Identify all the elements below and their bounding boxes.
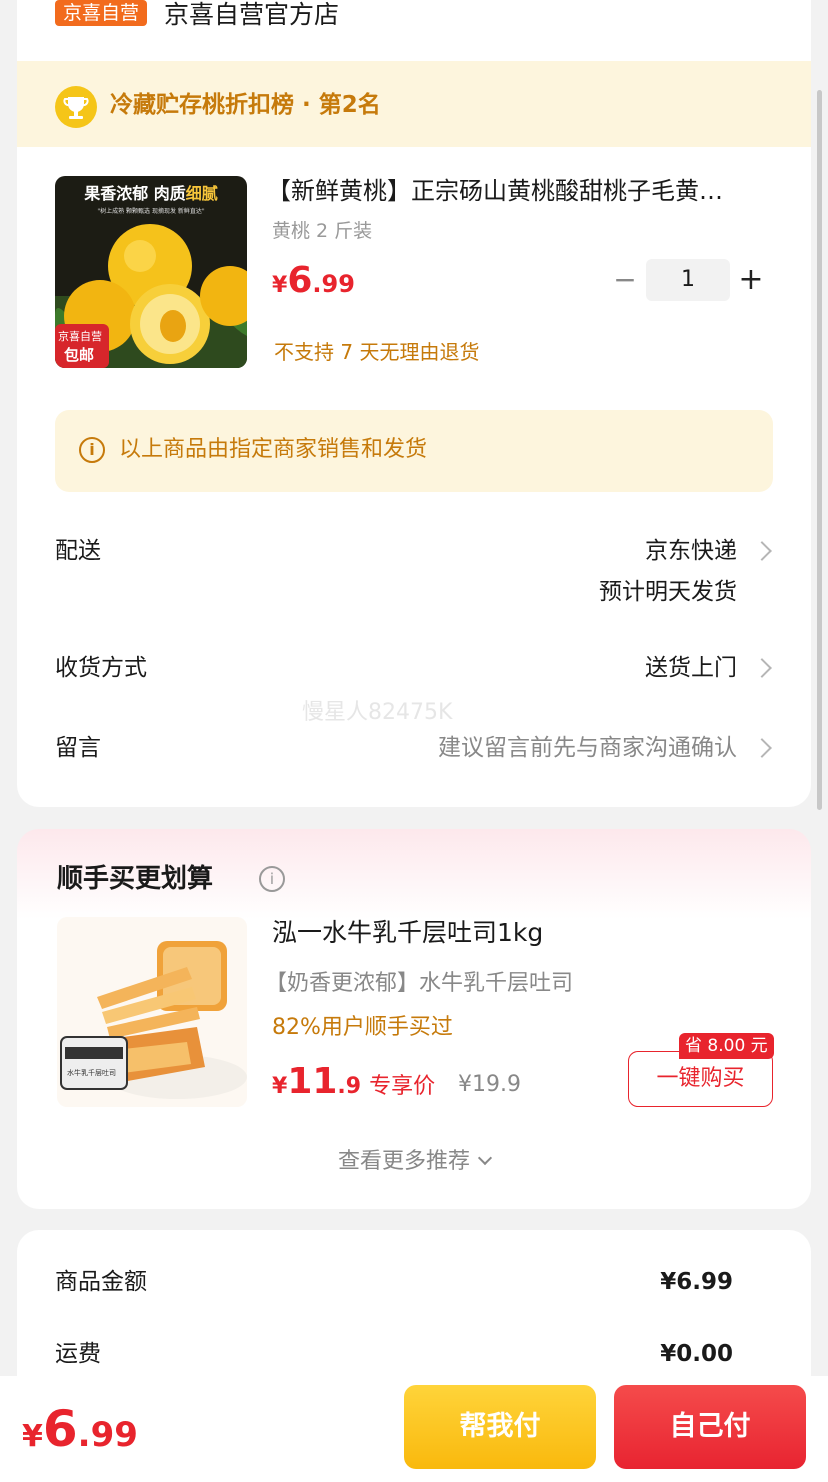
recommend-info-icon[interactable]: i (259, 866, 285, 892)
more-recommend-label[interactable]: 查看更多推荐 (338, 1149, 470, 1174)
recommend-sales: 82%用户顺手买过 (272, 1015, 453, 1040)
more-recommend-link[interactable]: 查看更多推荐 (17, 1143, 811, 1175)
receive-method-value[interactable]: 送货上门 (645, 653, 737, 683)
product-image-subline: "树上成熟 颗颗甄选 现摘现发 新鲜直达" (97, 208, 205, 215)
total-integer: 6 (42, 1400, 78, 1458)
recommend-title: 顺手买更划算 (57, 864, 214, 894)
recommend-price: ¥11.9 专享价 (272, 1061, 435, 1102)
product-image-badge-bottom: 包邮 (64, 346, 95, 364)
goods-amount-label: 商品金额 (55, 1269, 147, 1295)
recommend-price-tag: 专享价 (369, 1074, 436, 1099)
recommend-original-price: ¥19.9 (458, 1072, 521, 1097)
quantity-plus-button[interactable]: + (737, 260, 765, 300)
product-image-badge-top: 京喜自营 (58, 330, 102, 343)
receive-method-label: 收货方式 (55, 655, 147, 681)
pay-myself-button[interactable]: 自己付 (614, 1385, 806, 1469)
goods-amount-value: ¥6.99 (660, 1269, 733, 1295)
product-image-headline: 果香浓郁 肉质 (84, 184, 186, 203)
chevron-down-icon[interactable] (477, 1150, 493, 1166)
price-decimal: .99 (312, 270, 355, 298)
delivery-chevron-icon[interactable] (752, 541, 772, 561)
no-return-notice: 不支持 7 天无理由退货 (274, 340, 480, 364)
store-badge: 京喜自营 (55, 0, 148, 26)
quantity-minus-button[interactable]: − (611, 260, 639, 300)
total-decimal: .99 (77, 1415, 138, 1455)
shipping-value: ¥0.00 (660, 1341, 733, 1367)
info-icon: i (79, 437, 105, 463)
recommend-image-label: 水牛乳千层吐司 (67, 1069, 116, 1077)
order-card: 京喜自营 京喜自营官方店 冷藏贮存桃折扣榜 · 第2名 果香浓郁 肉质细腻 "树… (17, 0, 811, 807)
product-price: ¥6.99 (272, 260, 355, 301)
recommend-price-symbol: ¥ (272, 1074, 288, 1099)
trophy-icon (55, 86, 97, 128)
recommend-product-sub: 【奶香更浓郁】水牛乳千层吐司 (265, 971, 574, 996)
recommend-product-name[interactable]: 泓一水牛乳千层吐司1kg (272, 917, 543, 949)
message-label: 留言 (55, 735, 101, 761)
watermark: 慢星人82475K (302, 700, 453, 725)
one-click-buy-button[interactable]: 一键购买 (628, 1051, 773, 1107)
delivery-estimate[interactable]: 预计明天发货 (599, 577, 737, 607)
recommend-product-image[interactable]: 水牛乳千层吐司 (57, 917, 247, 1107)
message-chevron-icon[interactable] (752, 738, 772, 758)
total-symbol: ¥ (22, 1419, 43, 1454)
price-symbol: ¥ (272, 273, 288, 298)
rank-text[interactable]: 冷藏贮存桃折扣榜 · 第2名 (110, 90, 381, 120)
seller-notice-text: 以上商品由指定商家销售和发货 (119, 437, 428, 462)
message-input[interactable]: 建议留言前先与商家沟通确认 (438, 733, 737, 763)
product-image[interactable]: 果香浓郁 肉质细腻 "树上成熟 颗颗甄选 现摘现发 新鲜直达" 京喜自营 包邮 (55, 176, 247, 368)
store-name[interactable]: 京喜自营官方店 (164, 0, 339, 30)
quantity-input[interactable]: 1 (646, 259, 730, 301)
delivery-label: 配送 (55, 538, 101, 564)
recommend-price-decimal: .9 (337, 1074, 362, 1099)
help-me-pay-button[interactable]: 帮我付 (404, 1385, 596, 1469)
total-price: ¥6.99 (22, 1400, 138, 1458)
price-integer: 6 (287, 260, 313, 301)
product-spec[interactable]: 黄桃 2 斤装 (272, 216, 372, 243)
product-image-headline-accent: 细腻 (185, 184, 218, 203)
bottom-action-bar: ¥6.99 帮我付 自己付 (0, 1376, 828, 1482)
scrollbar[interactable] (817, 90, 822, 810)
delivery-method[interactable]: 京东快递 (645, 536, 737, 566)
receive-chevron-icon[interactable] (752, 658, 772, 678)
recommend-price-integer: 11 (287, 1061, 338, 1102)
recommend-card: 顺手买更划算 i 水牛乳千层吐司 泓一水牛乳千层吐司1kg 【奶香更浓郁】水牛乳… (17, 829, 811, 1209)
shipping-label: 运费 (55, 1341, 101, 1367)
product-title[interactable]: 【新鲜黄桃】正宗砀山黄桃酸甜桃子毛黄… (267, 176, 777, 206)
save-badge: 省 8.00 元 (679, 1033, 774, 1059)
